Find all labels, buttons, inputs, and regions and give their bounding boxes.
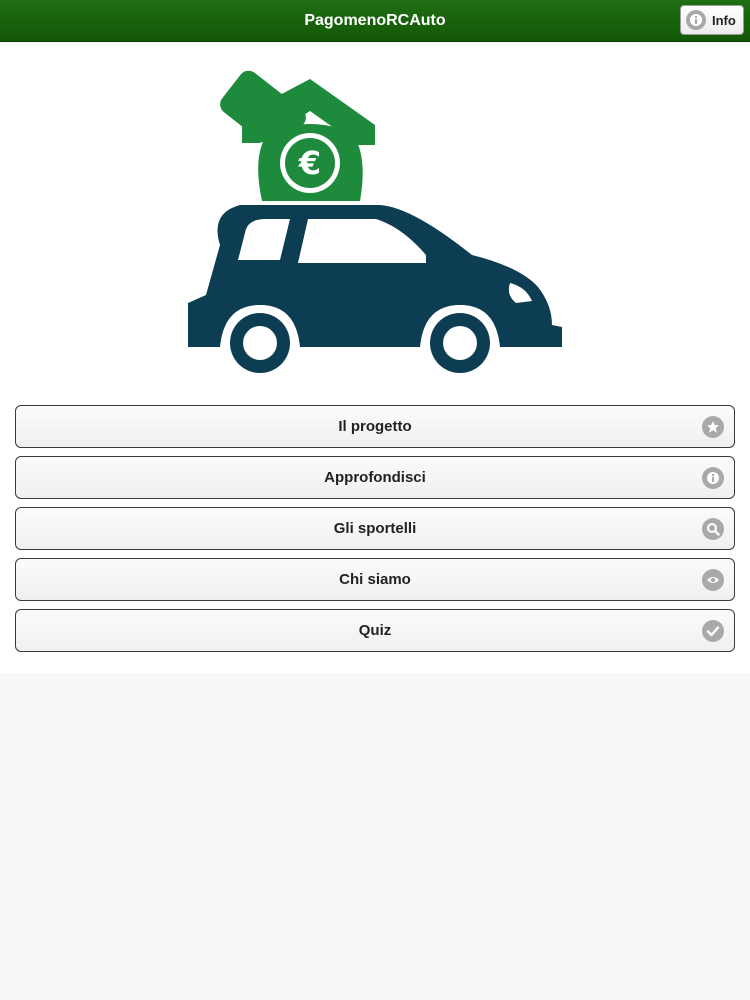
app-title: PagomenoRCAuto	[304, 12, 446, 29]
info-icon	[686, 10, 706, 30]
money-bag-icon: €	[220, 70, 375, 201]
menu-item-label: Il progetto	[338, 418, 412, 435]
il-progetto-button[interactable]: Il progetto	[15, 405, 735, 448]
search-icon	[702, 518, 724, 540]
header-bar: PagomenoRCAuto Info	[0, 0, 750, 42]
menu-item-label: Approfondisci	[324, 469, 426, 486]
quiz-button[interactable]: Quiz	[15, 609, 735, 652]
star-icon	[702, 416, 724, 438]
car-icon	[188, 205, 562, 380]
menu-item-label: Quiz	[358, 622, 392, 639]
car-euro-logo: €	[188, 70, 562, 380]
svg-text:€: €	[298, 144, 321, 182]
eye-icon	[702, 569, 724, 591]
main-content: € Il progetto Approfondisci Gli sportell…	[0, 43, 750, 673]
gli-sportelli-button[interactable]: Gli sportelli	[15, 507, 735, 550]
info-button[interactable]: Info	[680, 5, 744, 35]
info-button-label: Info	[712, 12, 736, 28]
menu-item-label: Gli sportelli	[333, 520, 417, 537]
check-icon	[702, 620, 724, 642]
menu-item-label: Chi siamo	[339, 571, 411, 588]
approfondisci-button[interactable]: Approfondisci	[15, 456, 735, 499]
main-menu: Il progetto Approfondisci Gli sportelli	[15, 405, 735, 660]
info-icon	[702, 467, 724, 489]
chi-siamo-button[interactable]: Chi siamo	[15, 558, 735, 601]
